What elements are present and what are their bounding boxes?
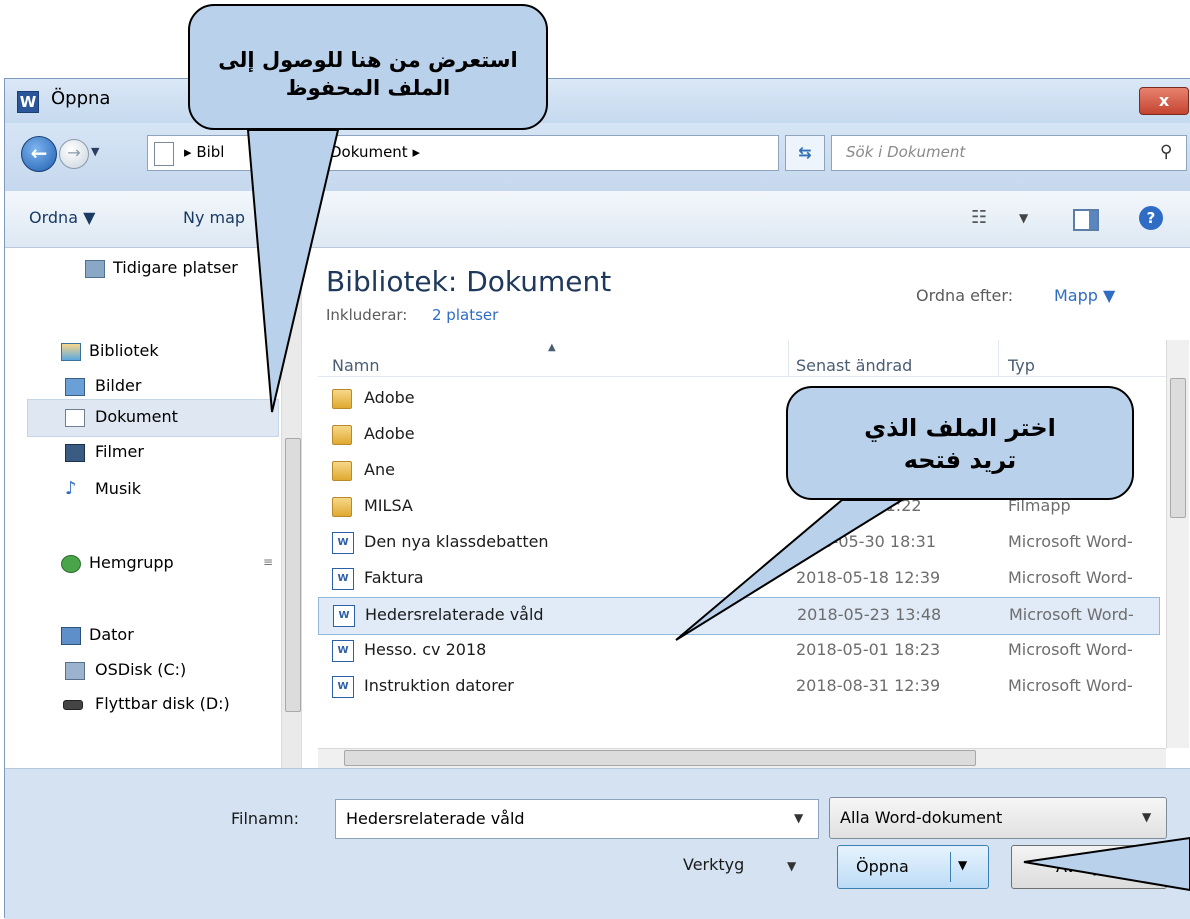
choose-file-callout: اختر الملف الذي تريد فتحه bbox=[786, 386, 1134, 500]
browse-callout: استعرض من هنا للوصول إلى الملف المحفوظ bbox=[188, 4, 548, 130]
browse-callout-pointer bbox=[246, 129, 340, 413]
cancel-callout-pointer bbox=[1023, 836, 1190, 892]
choose-callout-pointer bbox=[675, 499, 906, 641]
